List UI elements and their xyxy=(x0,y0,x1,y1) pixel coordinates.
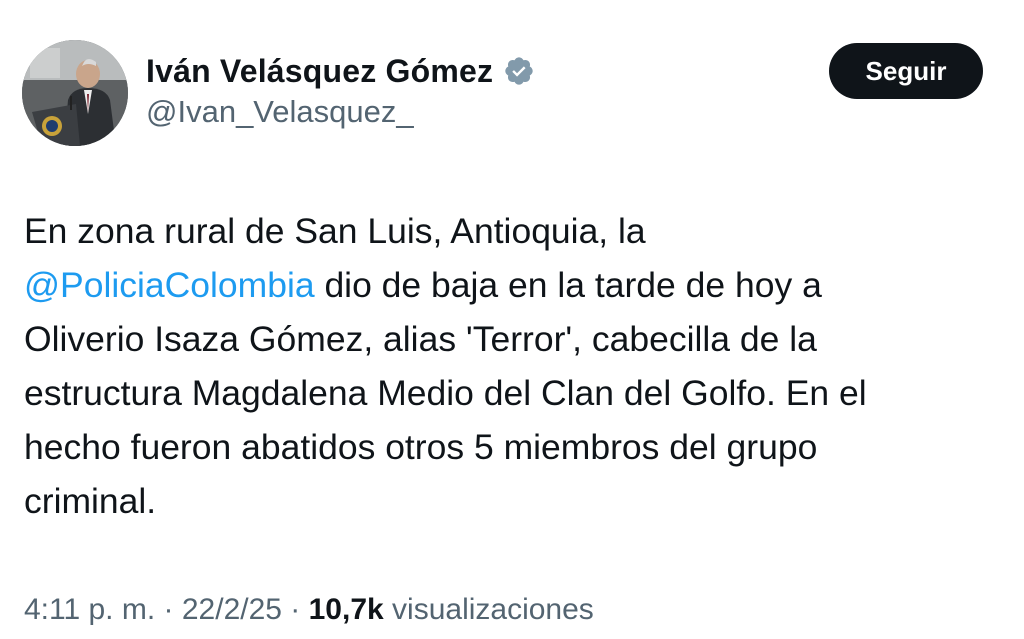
tweet-text: En zona rural de San Luis, Antioquia, la… xyxy=(24,204,1004,528)
avatar-photo xyxy=(22,40,128,146)
tweet-text-segment: hecho fueron abatidos otros 5 miembros d… xyxy=(24,427,818,467)
tweet-text-line: En zona rural de San Luis, Antioquia, la xyxy=(24,204,1004,258)
author-name-row: Iván Velásquez Gómez xyxy=(146,48,535,94)
mention-link[interactable]: @PoliciaColombia xyxy=(24,265,315,305)
avatar[interactable] xyxy=(22,40,128,146)
author-display-name[interactable]: Iván Velásquez Gómez xyxy=(146,53,493,90)
follow-button[interactable]: Seguir xyxy=(829,43,983,99)
meta-separator: · xyxy=(281,593,309,626)
tweet-text-line: Oliverio Isaza Gómez, alias 'Terror', ca… xyxy=(24,312,1004,366)
tweet-text-segment: Oliverio Isaza Gómez, alias 'Terror', ca… xyxy=(24,319,817,359)
tweet-text-line: estructura Magdalena Medio del Clan del … xyxy=(24,366,1004,420)
views-count[interactable]: 10,7k xyxy=(309,593,384,626)
author-handle[interactable]: @Ivan_Velasquez_ xyxy=(146,94,414,130)
meta-separator: · xyxy=(155,593,182,626)
tweet-text-segment: En zona rural de San Luis, Antioquia, la xyxy=(24,211,646,251)
tweet-time[interactable]: 4:11 p. m. xyxy=(24,593,155,626)
tweet-text-segment: estructura Magdalena Medio del Clan del … xyxy=(24,373,867,413)
tweet-text-segment: dio de baja en la tarde de hoy a xyxy=(314,265,822,305)
tweet-text-line: @PoliciaColombia dio de baja en la tarde… xyxy=(24,258,1004,312)
tweet-meta: 4:11 p. m. · 22/2/25 · 10,7k visualizaci… xyxy=(24,590,594,630)
verified-badge-icon[interactable] xyxy=(503,55,535,87)
tweet-date[interactable]: 22/2/25 xyxy=(182,593,282,626)
tweet-text-line: hecho fueron abatidos otros 5 miembros d… xyxy=(24,420,1004,474)
tweet-text-line: criminal. xyxy=(24,474,1004,528)
views-label: visualizaciones xyxy=(383,593,594,626)
tweet-text-segment: criminal. xyxy=(24,481,157,521)
